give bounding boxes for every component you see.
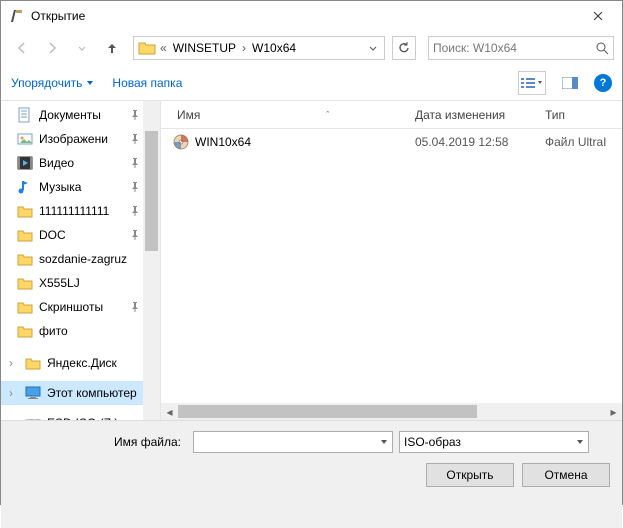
recent-dropdown[interactable] xyxy=(69,35,95,61)
body: Документы Изображени Видео Музыка 1111111111… xyxy=(1,101,622,420)
sort-indicator-icon: ˆ xyxy=(326,110,329,120)
sidebar-item[interactable]: Изображени xyxy=(1,127,160,151)
filename-input[interactable] xyxy=(193,431,393,453)
sidebar-item-label: Документы xyxy=(39,108,101,122)
sidebar-item-label: ESD-ISO (Z:) xyxy=(47,416,118,420)
forward-button[interactable] xyxy=(39,35,65,61)
filetype-select[interactable]: ISO-образ xyxy=(399,431,589,453)
search-icon xyxy=(596,42,609,55)
footer: Имя файла: ISO-образ Открыть Отмена xyxy=(1,420,622,528)
filename-label: Имя файла: xyxy=(13,435,187,449)
file-row[interactable]: WIN10x64 05.04.2019 12:58Файл UltraI xyxy=(161,129,622,155)
breadcrumb-bar[interactable]: « WINSETUP › W10x64 xyxy=(133,36,385,60)
view-mode-button[interactable] xyxy=(518,71,546,95)
column-header-date[interactable]: Дата изменения xyxy=(415,108,545,122)
sidebar-item-label: 111111111111 xyxy=(39,204,109,218)
sidebar-item[interactable]: Музыка xyxy=(1,175,160,199)
chevron-down-icon xyxy=(537,80,543,86)
breadcrumb-dropdown[interactable] xyxy=(364,37,382,59)
horizontal-scrollbar[interactable]: ◂ ▸ xyxy=(161,403,622,420)
folder-icon xyxy=(138,39,156,57)
sidebar-item[interactable]: Скриншоты xyxy=(1,295,160,319)
list-view-icon xyxy=(521,77,535,89)
sidebar-item[interactable]: Видео xyxy=(1,151,160,175)
expand-icon[interactable]: › xyxy=(9,356,19,370)
title-bar: Открытие xyxy=(1,1,622,31)
breadcrumb-segment[interactable]: W10x64 xyxy=(248,37,300,59)
sidebar-item-label: Скриншоты xyxy=(39,300,103,314)
expand-icon[interactable]: › xyxy=(9,386,19,400)
pin-icon xyxy=(130,302,140,312)
breadcrumb-prefix: « xyxy=(158,41,169,55)
new-folder-button[interactable]: Новая папка xyxy=(112,76,182,90)
organize-menu[interactable]: Упорядочить xyxy=(11,76,94,90)
pin-icon xyxy=(130,230,140,240)
back-button[interactable] xyxy=(9,35,35,61)
sidebar-item-label: Видео xyxy=(39,156,74,170)
sidebar-item-label: Этот компьютер xyxy=(47,386,137,400)
sidebar-item[interactable]: Документы xyxy=(1,103,160,127)
breadcrumb-segment[interactable]: WINSETUP xyxy=(169,37,240,59)
close-button[interactable] xyxy=(575,1,620,31)
sidebar-item[interactable]: 111111111111 xyxy=(1,199,160,223)
sidebar-item[interactable]: фито xyxy=(1,319,160,343)
pin-icon xyxy=(130,182,140,192)
pin-icon xyxy=(130,158,140,168)
up-button[interactable] xyxy=(99,35,125,61)
sidebar-root-item[interactable]: › Яндекс.Диск xyxy=(1,351,160,375)
chevron-down-icon[interactable] xyxy=(576,438,584,446)
pin-icon xyxy=(130,206,140,216)
app-icon xyxy=(9,8,25,24)
navigation-tree: Документы Изображени Видео Музыка 1111111111… xyxy=(1,101,161,420)
sidebar-item-label: DOC xyxy=(39,228,66,242)
pin-icon xyxy=(130,134,140,144)
sidebar-root-item[interactable]: › Этот компьютер xyxy=(1,381,160,405)
sidebar-root-item[interactable]: pq ESD-ISO (Z:) xyxy=(1,411,160,420)
file-type: Файл UltraI xyxy=(545,135,607,149)
sidebar-item-label: Яндекс.Диск xyxy=(47,356,117,370)
sidebar-item[interactable]: DOC xyxy=(1,223,160,247)
column-header-type[interactable]: Тип xyxy=(545,108,622,122)
sidebar-item-label: Музыка xyxy=(39,180,81,194)
file-name: WIN10x64 xyxy=(195,135,251,149)
chevron-down-icon[interactable] xyxy=(380,438,388,446)
search-input[interactable]: Поиск: W10x64 xyxy=(428,36,614,60)
scroll-right-icon[interactable]: ▸ xyxy=(605,403,622,420)
sidebar-item-label: фито xyxy=(39,324,68,338)
toolbar: Упорядочить Новая папка ? xyxy=(1,65,622,101)
cancel-button[interactable]: Отмена xyxy=(522,463,610,487)
column-header-name[interactable]: Имя ˆ xyxy=(161,108,415,122)
search-placeholder: Поиск: W10x64 xyxy=(433,41,517,55)
pin-icon xyxy=(130,110,140,120)
iso-file-icon xyxy=(173,134,189,150)
open-button[interactable]: Открыть xyxy=(426,463,514,487)
column-headers: Имя ˆ Дата изменения Тип xyxy=(161,101,622,129)
chevron-right-icon: › xyxy=(240,41,248,55)
help-button[interactable]: ? xyxy=(594,74,612,92)
preview-pane-icon xyxy=(562,77,578,89)
refresh-button[interactable] xyxy=(392,36,416,60)
sidebar-scrollbar[interactable] xyxy=(143,101,160,420)
window-title: Открытие xyxy=(31,9,575,23)
sidebar-item-label: Изображени xyxy=(39,132,108,146)
preview-pane-button[interactable] xyxy=(556,71,584,95)
sidebar-item[interactable]: X555LJ xyxy=(1,271,160,295)
file-date: 05.04.2019 12:58 xyxy=(415,135,545,149)
svg-text:pq: pq xyxy=(28,415,41,420)
sidebar-item-label: sozdanie-zagruz xyxy=(39,252,127,266)
scroll-left-icon[interactable]: ◂ xyxy=(161,403,178,420)
nav-row: « WINSETUP › W10x64 Поиск: W10x64 xyxy=(1,31,622,65)
file-list-pane: Имя ˆ Дата изменения Тип WIN10x64 05.04.2… xyxy=(161,101,622,420)
sidebar-item-label: X555LJ xyxy=(39,276,80,290)
sidebar-item[interactable]: sozdanie-zagruz xyxy=(1,247,160,271)
